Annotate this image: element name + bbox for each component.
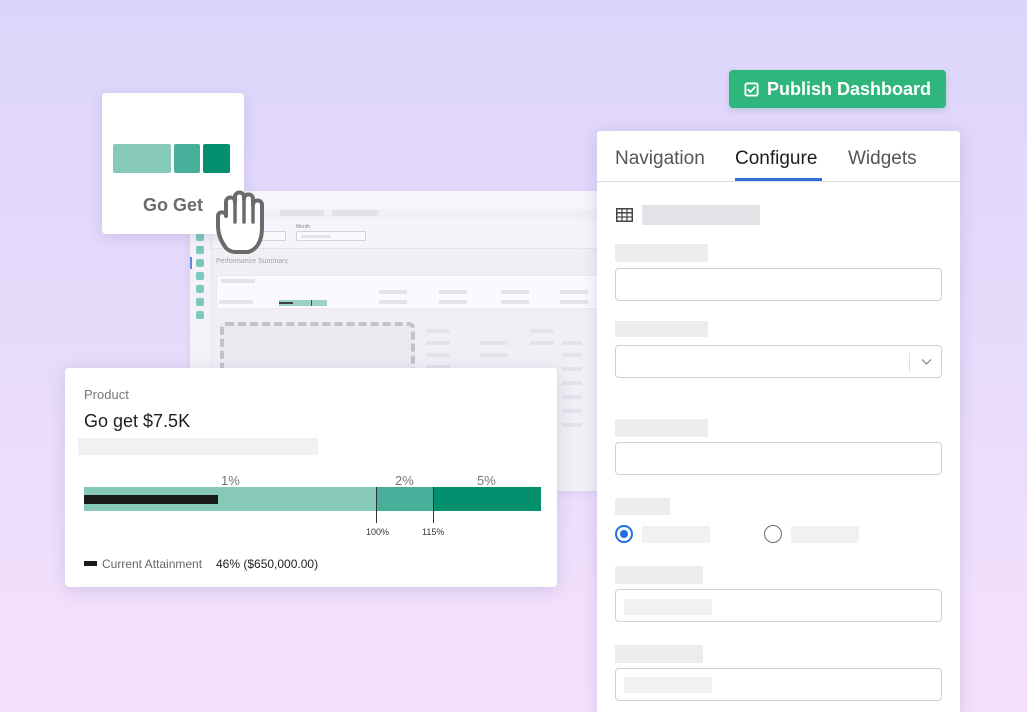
tab-configure[interactable]: Configure — [735, 148, 817, 170]
text-input-field[interactable] — [615, 442, 942, 475]
publish-button-label: Publish Dashboard — [766, 78, 932, 99]
input-value-placeholder — [624, 599, 712, 615]
radio-option-selected[interactable] — [615, 525, 633, 543]
text-input-field[interactable] — [615, 589, 942, 622]
range-band-5pct — [433, 487, 541, 511]
text-input-field[interactable] — [615, 268, 942, 301]
text-input-field[interactable] — [615, 668, 942, 701]
product-goal-value: Go get $7.5K — [84, 411, 191, 431]
rail-icon[interactable] — [196, 285, 204, 293]
chevron-down-icon — [921, 358, 932, 366]
field-label-placeholder — [615, 645, 703, 663]
description-placeholder — [78, 438, 318, 455]
filter-label-month: Month — [296, 224, 310, 230]
range-band-2pct — [376, 487, 433, 511]
range-label-1pct: 1% — [221, 473, 240, 488]
field-label-placeholder — [615, 419, 708, 437]
rail-icon[interactable] — [196, 246, 204, 254]
bullet-chart-bar — [84, 487, 541, 511]
field-label-placeholder — [615, 244, 708, 262]
tab-navigation[interactable]: Navigation — [615, 148, 705, 170]
field-label-placeholder — [615, 566, 703, 584]
input-value-placeholder — [624, 677, 712, 693]
rail-icon[interactable] — [196, 272, 204, 280]
marker-label-100pct: 100% — [366, 527, 390, 537]
range-swatch-light — [113, 144, 171, 173]
performance-summary-row — [216, 275, 606, 309]
legend-label: Current Attainment — [102, 557, 203, 571]
radio-label-placeholder — [791, 526, 859, 543]
product-bullet-chart-card: Product Go get $7.5K 1% 2% 5% 100% 115% … — [65, 368, 557, 587]
range-swatch-medium — [174, 144, 200, 173]
legend-swatch — [84, 561, 97, 566]
rail-active-indicator — [190, 257, 192, 269]
widget-config-panel: Navigation Configure Widgets — [597, 131, 960, 712]
field-label-placeholder — [615, 498, 670, 515]
rail-icon[interactable] — [196, 311, 204, 319]
publish-dashboard-button[interactable]: Publish Dashboard — [729, 70, 946, 108]
product-label: Product — [84, 387, 129, 402]
select-divider — [909, 353, 910, 372]
table-icon — [616, 208, 633, 222]
radio-label-placeholder — [642, 526, 710, 543]
dropdown-select[interactable] — [615, 345, 942, 378]
target-marker-115pct — [433, 487, 434, 523]
field-label-placeholder — [615, 321, 708, 337]
rail-icon[interactable] — [196, 233, 204, 241]
month-select[interactable] — [296, 231, 366, 241]
legend-value: 46% ($650,000.00) — [216, 557, 319, 571]
radio-option-unselected[interactable] — [764, 525, 782, 543]
active-tab-underline — [735, 178, 822, 181]
marker-label-115pct: 115% — [422, 527, 445, 537]
target-marker-100pct — [376, 487, 377, 523]
widget-drop-zone[interactable] — [220, 322, 415, 374]
tab-widgets[interactable]: Widgets — [848, 148, 917, 170]
widget-name-placeholder — [642, 205, 760, 225]
rail-icon[interactable] — [196, 298, 204, 306]
mini-bullet-chart — [279, 300, 327, 306]
range-label-5pct: 5% — [477, 473, 496, 488]
rail-icon[interactable] — [196, 259, 204, 267]
range-label-2pct: 2% — [395, 473, 414, 488]
panel-tab-bar: Navigation Configure Widgets — [597, 131, 960, 182]
grab-hand-icon — [216, 190, 264, 254]
check-square-icon — [744, 81, 759, 97]
current-attainment-bar — [84, 495, 218, 504]
range-swatch-dark — [203, 144, 230, 173]
